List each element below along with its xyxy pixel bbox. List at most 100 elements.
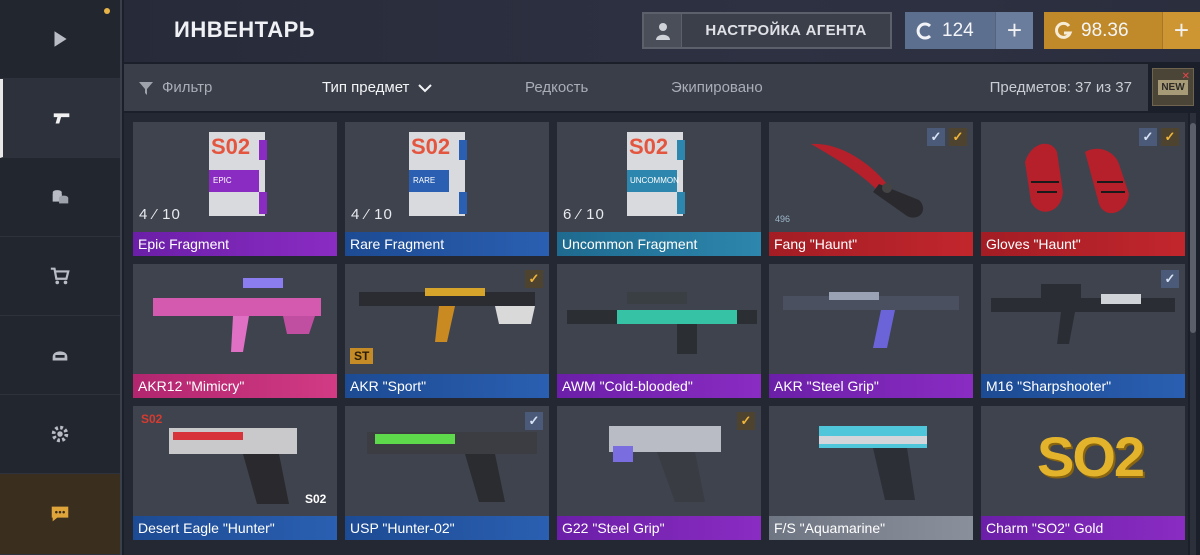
- sidebar-item-shop[interactable]: [0, 237, 120, 316]
- silver-coin-icon: [916, 22, 932, 39]
- equip-marks: ✓: [1161, 270, 1179, 288]
- gold-amount: 98.36: [1081, 19, 1129, 41]
- inventory-item[interactable]: ✓ G22 "Steel Grip": [557, 406, 761, 540]
- inventory-item[interactable]: S02 EPIC 4 ⁄ 10 Epic Fragment: [133, 122, 337, 256]
- coins-icon: [52, 190, 69, 204]
- inventory-item[interactable]: S02 UNCOMMON 6 ⁄ 10 Uncommon Fragment: [557, 122, 761, 256]
- cart-icon: [50, 267, 70, 285]
- check-icon: ✓: [949, 128, 967, 146]
- item-name: Gloves "Haunt": [981, 232, 1185, 256]
- sidebar-item-settings[interactable]: [0, 395, 120, 474]
- silver-amount: 124: [942, 19, 974, 41]
- equip-marks: ✓ ✓: [1139, 128, 1179, 146]
- item-name: Charm "SO2" Gold: [981, 516, 1185, 540]
- equipped-filter[interactable]: Экипировано: [671, 64, 763, 111]
- gold-currency: 98.36 +: [1044, 12, 1200, 49]
- scrollbar[interactable]: [1190, 113, 1196, 555]
- inventory-item[interactable]: AWM "Cold-blooded": [557, 264, 761, 398]
- inventory-item[interactable]: S02 S02 Desert Eagle "Hunter": [133, 406, 337, 540]
- fragment-count: 4 ⁄ 10: [139, 206, 181, 223]
- sniper-icon: [567, 292, 757, 354]
- check-icon: ✓: [737, 412, 755, 430]
- fragment-season-label: S02: [629, 134, 669, 159]
- inventory-grid: S02 EPIC 4 ⁄ 10 Epic Fragment S02 RARE 4…: [124, 113, 1188, 555]
- item-name: AKR12 "Mimicry": [133, 374, 337, 398]
- top-header: ИНВЕНТАРЬ НАСТРОЙКА АГЕНТА 124 + 98.36 +: [124, 0, 1200, 62]
- gold-coin-icon: [1055, 21, 1073, 39]
- filter-label: Фильтр: [162, 79, 213, 96]
- fragment-rarity-label: RARE: [413, 176, 436, 185]
- pistol-icon: [367, 432, 537, 502]
- sidebar: [0, 0, 122, 555]
- silver-currency: 124 +: [905, 12, 1033, 49]
- inventory-item[interactable]: SO2 Charm "SO2" Gold: [981, 406, 1185, 540]
- chevron-down-icon: [418, 83, 433, 92]
- agent-settings-label: НАСТРОЙКА АГЕНТА: [705, 22, 867, 39]
- inventory-item[interactable]: AKR12 "Mimicry": [133, 264, 337, 398]
- check-icon: ✓: [525, 270, 543, 288]
- equipped-label: Экипировано: [671, 79, 763, 96]
- inventory-item[interactable]: F/S "Aquamarine": [769, 406, 973, 540]
- filter-button[interactable]: Фильтр: [138, 64, 212, 111]
- sticker-label: S02: [141, 412, 163, 426]
- equip-marks: ✓: [525, 270, 543, 288]
- rarity-label: Редкость: [525, 79, 589, 96]
- stattrack-badge: ST: [350, 348, 374, 364]
- add-silver-button[interactable]: +: [995, 12, 1033, 49]
- item-name: Desert Eagle "Hunter": [133, 516, 337, 540]
- agent-icon: [644, 14, 682, 47]
- rarity-filter[interactable]: Редкость: [525, 64, 588, 111]
- item-name: AKR "Steel Grip": [769, 374, 973, 398]
- item-name: Epic Fragment: [133, 232, 337, 256]
- inventory-item[interactable]: ✓ M16 "Sharpshooter": [981, 264, 1185, 398]
- rifle-icon: [783, 292, 959, 348]
- pistol-icon: [53, 113, 69, 124]
- equip-marks: ✓: [737, 412, 755, 430]
- sticker-label: S02: [305, 492, 327, 506]
- fragment-season-label: S02: [411, 134, 451, 159]
- item-name: Fang "Haunt": [769, 232, 973, 256]
- sidebar-item-inventory[interactable]: [0, 79, 120, 158]
- scrollbar-thumb[interactable]: [1190, 123, 1196, 333]
- sidebar-item-play[interactable]: [0, 0, 120, 79]
- item-name: Uncommon Fragment: [557, 232, 761, 256]
- pistol-icon: [609, 426, 721, 502]
- add-gold-button[interactable]: +: [1162, 12, 1200, 49]
- inventory-item[interactable]: ✓ USP "Hunter-02": [345, 406, 549, 540]
- chat-icon: [51, 506, 69, 522]
- new-items-button[interactable]: NEW ✕: [1152, 68, 1194, 106]
- item-name: AKR "Sport": [345, 374, 549, 398]
- check-icon: ✓: [1139, 128, 1157, 146]
- item-name: M16 "Sharpshooter": [981, 374, 1185, 398]
- equip-marks: ✓: [525, 412, 543, 430]
- funnel-icon: [139, 81, 153, 95]
- notification-dot: [104, 8, 110, 14]
- type-label: Тип предмет: [322, 79, 410, 96]
- item-name: Rare Fragment: [345, 232, 549, 256]
- inventory-item[interactable]: ✓ ST AKR "Sport": [345, 264, 549, 398]
- pistol-icon: [819, 426, 927, 500]
- sidebar-item-agents[interactable]: [0, 316, 120, 395]
- type-dropdown[interactable]: Тип предмет: [322, 64, 433, 111]
- inventory-item[interactable]: S02 RARE 4 ⁄ 10 Rare Fragment: [345, 122, 549, 256]
- inventory-item[interactable]: ✓ ✓ Gloves "Haunt": [981, 122, 1185, 256]
- sidebar-item-chat[interactable]: [0, 474, 120, 555]
- fragment-rarity-label: UNCOMMON: [630, 176, 679, 185]
- check-icon: ✓: [525, 412, 543, 430]
- page-title: ИНВЕНТАРЬ: [174, 17, 316, 42]
- rifle-icon: [153, 278, 321, 352]
- inventory-item[interactable]: ✓ ✓ 496 Fang "Haunt": [769, 122, 973, 256]
- inventory-item[interactable]: AKR "Steel Grip": [769, 264, 973, 398]
- item-name: AWM "Cold-blooded": [557, 374, 761, 398]
- play-icon: [54, 31, 67, 47]
- charm-logo: SO2: [1037, 425, 1145, 488]
- item-count: Предметов: 37 из 37: [989, 79, 1132, 96]
- fragment-rarity-label: EPIC: [213, 176, 232, 185]
- sidebar-item-market[interactable]: [0, 158, 120, 237]
- item-name: USP "Hunter-02": [345, 516, 549, 540]
- fragment-count: 4 ⁄ 10: [351, 206, 393, 223]
- rifle-icon: [359, 288, 535, 342]
- item-name: F/S "Aquamarine": [769, 516, 973, 540]
- rifle-icon: [991, 284, 1175, 344]
- agent-settings-button[interactable]: НАСТРОЙКА АГЕНТА: [642, 12, 892, 49]
